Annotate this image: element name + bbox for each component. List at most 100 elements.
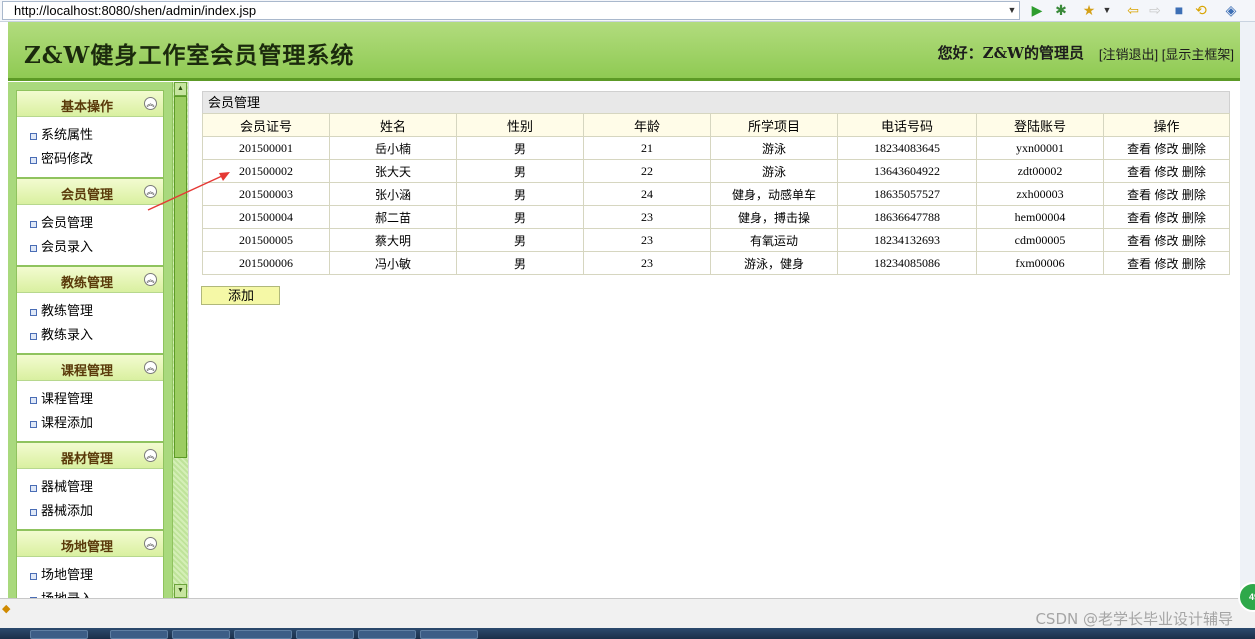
view-link[interactable]: 查看: [1127, 188, 1151, 202]
sidebar: 基本操作 ︽ 系统属性 密码修改 会员管理 ︽ 会员管理 会员录入 教练管理 ︽…: [8, 82, 188, 598]
member-gender: 男: [456, 182, 584, 206]
sidebar-group-header[interactable]: 课程管理 ︽: [17, 355, 163, 381]
admin-greeting: 您好：Z&W的管理员: [937, 44, 1084, 62]
column-header: 电话号码: [837, 113, 977, 137]
sidebar-item-system-properties[interactable]: 系统属性: [17, 123, 163, 147]
view-link[interactable]: 查看: [1127, 211, 1151, 225]
delete-link[interactable]: 删除: [1182, 211, 1206, 225]
edit-link[interactable]: 修改: [1154, 257, 1178, 271]
sidebar-group-header[interactable]: 器材管理 ︽: [17, 443, 163, 469]
go-icon[interactable]: ▶: [1028, 1, 1046, 19]
url-field[interactable]: http://localhost:8080/shen/admin/index.j…: [2, 1, 1020, 20]
view-link[interactable]: 查看: [1127, 257, 1151, 271]
sidebar-group-venues: 场地管理 ︽ 场地管理 场地录入: [16, 530, 164, 598]
url-dropdown-icon[interactable]: ▼: [1006, 3, 1018, 17]
member-project: 游泳，健身: [710, 251, 838, 275]
member-phone: 13643604922: [837, 159, 977, 183]
delete-link[interactable]: 删除: [1182, 165, 1206, 179]
add-member-button[interactable]: 添加: [201, 286, 280, 305]
collapse-icon[interactable]: ︽: [144, 361, 157, 374]
member-project: 有氧运动: [710, 228, 838, 252]
member-age: 21: [583, 136, 711, 160]
edit-link[interactable]: 修改: [1154, 234, 1178, 248]
sidebar-group-members: 会员管理 ︽ 会员管理 会员录入: [16, 178, 164, 266]
browser-address-bar: http://localhost:8080/shen/admin/index.j…: [0, 0, 1255, 22]
taskbar-button[interactable]: [234, 630, 292, 639]
taskbar-button[interactable]: [172, 630, 230, 639]
delete-link[interactable]: 删除: [1182, 188, 1206, 202]
show-frame-link[interactable]: [显示主框架]: [1162, 47, 1234, 62]
watermark: CSDN @老学长毕业设计辅导: [1035, 610, 1233, 628]
scroll-down-icon[interactable]: ▼: [174, 584, 187, 598]
chevron-down-icon[interactable]: ▼: [1098, 1, 1116, 19]
delete-link[interactable]: 删除: [1182, 234, 1206, 248]
favorites-star-icon[interactable]: ★: [1080, 1, 1098, 19]
status-bar: ◆ CSDN @老学长毕业设计辅导: [0, 598, 1255, 628]
edit-link[interactable]: 修改: [1154, 165, 1178, 179]
settings-gear-icon[interactable]: ✱: [1052, 1, 1070, 19]
sidebar-group-header[interactable]: 会员管理 ︽: [17, 179, 163, 205]
collapse-icon[interactable]: ︽: [144, 449, 157, 462]
table-header-row: 会员证号 姓名 性别 年龄 所学项目 电话号码 登陆账号 操作: [202, 113, 1230, 137]
edit-link[interactable]: 修改: [1154, 211, 1178, 225]
collapse-icon[interactable]: ︽: [144, 537, 157, 550]
member-age: 24: [583, 182, 711, 206]
member-name: 岳小楠: [329, 136, 457, 160]
sidebar-item-equipment-add[interactable]: 器械添加: [17, 499, 163, 523]
row-actions: 查看 修改 删除: [1103, 159, 1230, 183]
collapse-icon[interactable]: ︽: [144, 185, 157, 198]
member-project: 游泳: [710, 159, 838, 183]
sidebar-scrollbar[interactable]: ▲ ▼: [172, 82, 188, 598]
delete-link[interactable]: 删除: [1182, 257, 1206, 271]
stop-icon[interactable]: ■: [1170, 1, 1188, 19]
delete-link[interactable]: 删除: [1182, 142, 1206, 156]
member-project: 游泳: [710, 136, 838, 160]
taskbar-button[interactable]: [358, 630, 416, 639]
header-links: [注销退出] [显示主框架]: [1099, 44, 1234, 63]
refresh-icon[interactable]: ⟲: [1192, 1, 1210, 19]
sidebar-item-change-password[interactable]: 密码修改: [17, 147, 163, 171]
edit-link[interactable]: 修改: [1154, 188, 1178, 202]
member-age: 23: [583, 205, 711, 229]
sidebar-item-coach-management[interactable]: 教练管理: [17, 299, 163, 323]
forward-arrow-icon[interactable]: ⇨: [1146, 1, 1164, 19]
collapse-icon[interactable]: ︽: [144, 97, 157, 110]
sidebar-item-equipment-management[interactable]: 器械管理: [17, 475, 163, 499]
sidebar-item-venue-management[interactable]: 场地管理: [17, 563, 163, 587]
sidebar-item-venue-entry[interactable]: 场地录入: [17, 587, 163, 598]
sidebar-item-course-management[interactable]: 课程管理: [17, 387, 163, 411]
main-content: 会员管理 会员证号 姓名 性别 年龄 所学项目 电话号码 登陆账号 操作 201…: [188, 82, 1240, 598]
sidebar-group-header[interactable]: 基本操作 ︽: [17, 91, 163, 117]
sidebar-group-equipment: 器材管理 ︽ 器械管理 器械添加: [16, 442, 164, 530]
taskbar-button[interactable]: [420, 630, 478, 639]
member-name: 张小涵: [329, 182, 457, 206]
collapse-icon[interactable]: ︽: [144, 273, 157, 286]
taskbar-button[interactable]: [110, 630, 168, 639]
row-actions: 查看 修改 删除: [1103, 182, 1230, 206]
back-arrow-icon[interactable]: ⇦: [1124, 1, 1142, 19]
member-age: 23: [583, 228, 711, 252]
logout-link[interactable]: [注销退出]: [1099, 47, 1158, 62]
sidebar-group-coaches: 教练管理 ︽ 教练管理 教练录入: [16, 266, 164, 354]
member-id: 201500006: [202, 251, 330, 275]
scrollbar-thumb[interactable]: [174, 96, 187, 458]
member-id: 201500005: [202, 228, 330, 252]
sidebar-item-member-management[interactable]: 会员管理: [17, 211, 163, 235]
member-phone: 18635057527: [837, 182, 977, 206]
scroll-up-icon[interactable]: ▲: [174, 82, 187, 96]
member-account: fxm00006: [976, 251, 1104, 275]
table-row: 201500002 张大天 男 22 游泳 13643604922 zdt000…: [202, 159, 1230, 183]
table-row: 201500003 张小涵 男 24 健身，动感单车 18635057527 z…: [202, 182, 1230, 206]
sidebar-item-course-add[interactable]: 课程添加: [17, 411, 163, 435]
taskbar-button[interactable]: [30, 630, 88, 639]
view-link[interactable]: 查看: [1127, 165, 1151, 179]
view-link[interactable]: 查看: [1127, 234, 1151, 248]
row-actions: 查看 修改 删除: [1103, 251, 1230, 275]
sidebar-item-member-entry[interactable]: 会员录入: [17, 235, 163, 259]
sidebar-group-header[interactable]: 场地管理 ︽: [17, 531, 163, 557]
sidebar-group-header[interactable]: 教练管理 ︽: [17, 267, 163, 293]
edit-link[interactable]: 修改: [1154, 142, 1178, 156]
taskbar-button[interactable]: [296, 630, 354, 639]
sidebar-item-coach-entry[interactable]: 教练录入: [17, 323, 163, 347]
view-link[interactable]: 查看: [1127, 142, 1151, 156]
